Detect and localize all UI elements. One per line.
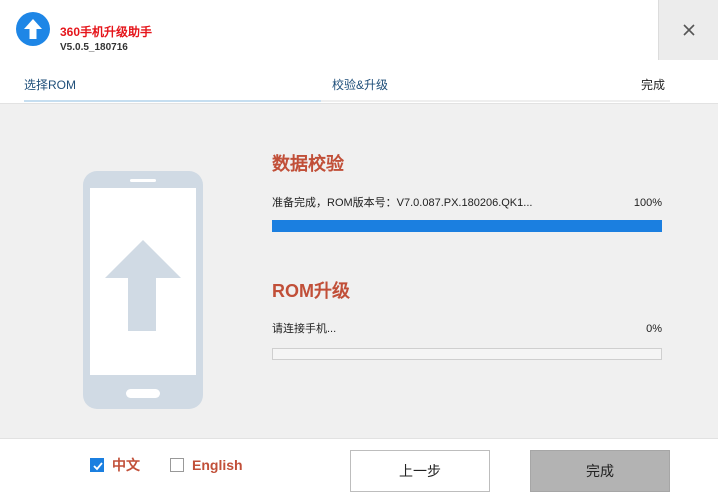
upload-arrow-icon (16, 12, 50, 46)
done-button[interactable]: 完成 (530, 450, 670, 492)
verify-progress-fill (273, 221, 661, 231)
verify-title: 数据校验 (272, 154, 344, 174)
footer: 中文 English 上一步 完成 (0, 438, 718, 498)
chinese-checkbox[interactable] (90, 458, 104, 472)
upgrade-status: 请连接手机... (272, 323, 337, 335)
verify-percent: 100% (633, 197, 662, 209)
app-version: V5.0.5_180716 (60, 42, 128, 53)
main-panel: 数据校验 准备完成，ROM版本号：V7.0.087.PX.180206.QK1.… (0, 104, 718, 438)
english-checkbox[interactable] (170, 458, 184, 472)
step-progress-fill (24, 100, 322, 102)
back-button[interactable]: 上一步 (350, 450, 490, 492)
step-select-rom: 选择ROM (24, 78, 76, 92)
close-button[interactable] (658, 0, 718, 60)
step-verify-upgrade: 校验&升级 (332, 78, 389, 92)
upgrade-progress-bar (272, 348, 662, 360)
verify-progress-bar (272, 220, 662, 232)
step-indicator: 选择ROM 校验&升级 完成 (0, 60, 718, 104)
phone-upload-icon (83, 171, 203, 409)
verify-status: 准备完成，ROM版本号：V7.0.087.PX.180206.QK1... (272, 197, 533, 209)
step-complete: 完成 (641, 78, 666, 92)
app-title: 360手机升级助手 (60, 25, 153, 39)
close-icon (683, 24, 695, 36)
upgrade-title: ROM升级 (272, 281, 350, 301)
check-icon (93, 462, 103, 471)
chinese-label: 中文 (112, 457, 140, 473)
english-label: English (192, 457, 243, 473)
upgrade-percent: 0% (646, 323, 662, 335)
title-bar: 360手机升级助手 V5.0.5_180716 (0, 0, 718, 60)
